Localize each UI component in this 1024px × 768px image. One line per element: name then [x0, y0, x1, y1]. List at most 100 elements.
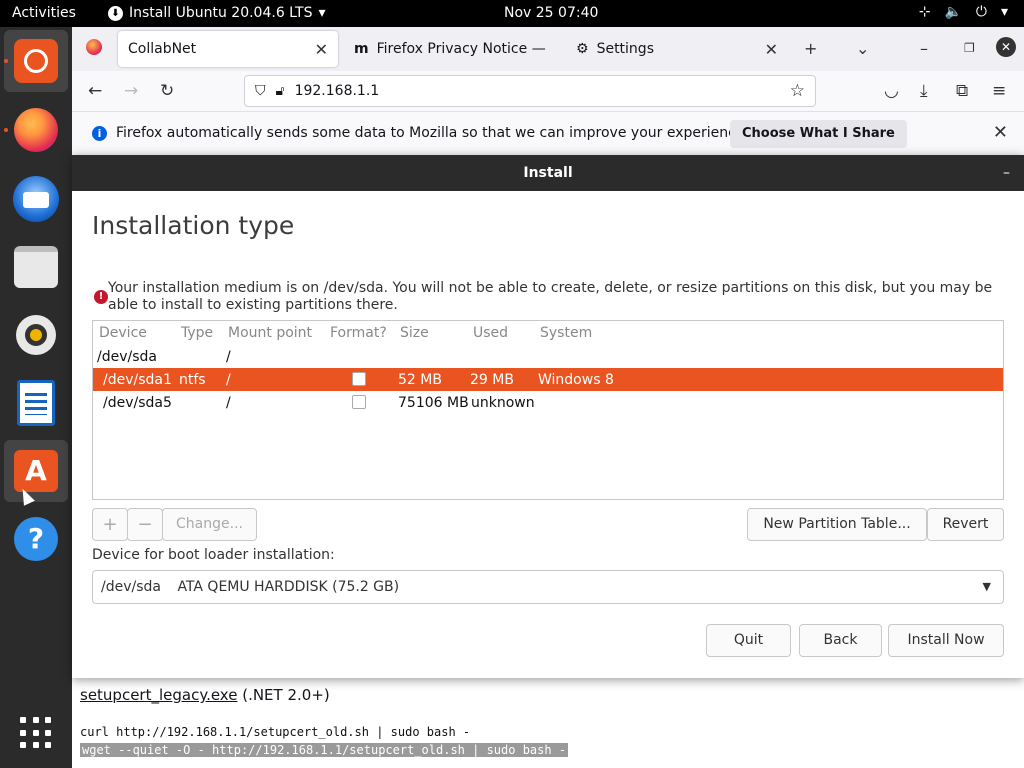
tab-privacy-notice[interactable]: m Firefox Privacy Notice — [344, 31, 566, 67]
tab-label: Firefox Privacy Notice — [376, 41, 546, 57]
new-partition-table-button[interactable]: New Partition Table... [747, 508, 927, 541]
pocket-icon[interactable]: ◡ [884, 81, 899, 101]
app-menu[interactable]: ⬇ Install Ubuntu 20.04.6 LTS ▾ [108, 5, 326, 21]
table-row[interactable]: /dev/sda / [93, 345, 1003, 368]
show-applications-button[interactable] [4, 702, 68, 764]
cell-size: 75106 MB [398, 395, 469, 411]
warning-icon: ! [94, 290, 108, 304]
url-text[interactable]: 192.168.1.1 [295, 83, 380, 99]
dock-thunderbird[interactable] [4, 168, 68, 230]
url-bar[interactable]: ⛉ 🔓︎ 192.168.1.1 ☆ [244, 75, 816, 107]
grid-icon [20, 717, 52, 749]
top-bar: Activities ⬇ Install Ubuntu 20.04.6 LTS … [0, 0, 1024, 27]
revert-button[interactable]: Revert [927, 508, 1004, 541]
partition-table[interactable]: Device Type Mount point Format? Size Use… [92, 320, 1004, 500]
close-icon[interactable]: ✕ [315, 40, 328, 59]
dock-help[interactable]: ? [4, 508, 68, 570]
cell-size: 52 MB [398, 372, 442, 388]
dock-firefox[interactable] [4, 99, 68, 161]
app-menu-label: Install Ubuntu 20.04.6 LTS [129, 5, 313, 21]
minimize-button[interactable]: – [1003, 155, 1010, 191]
quit-button[interactable]: Quit [706, 624, 791, 657]
network-icon: ⊹ [918, 4, 931, 20]
table-row[interactable]: /dev/sda1 ntfs / 52 MB 29 MB Windows 8 [93, 368, 1003, 391]
menu-icon[interactable]: ≡ [992, 81, 1006, 101]
cell-device: /dev/sda5 [103, 395, 172, 411]
firefox-view-icon[interactable] [86, 39, 102, 59]
cell-used: 29 MB [470, 372, 514, 388]
tab-label: CollabNet [128, 41, 197, 57]
tab-collabnet[interactable]: CollabNet ✕ [118, 31, 338, 67]
mozilla-icon: m [354, 41, 369, 57]
cell-type: ntfs [179, 372, 206, 388]
boot-loader-select[interactable]: /dev/sda ATA QEMU HARDDISK (75.2 GB) ▼ [92, 570, 1004, 604]
notification-message: Firefox automatically sends some data to… [116, 125, 749, 141]
thunderbird-icon [13, 176, 59, 222]
setupcert-legacy-link[interactable]: setupcert_legacy.exe [80, 686, 237, 704]
minimize-button[interactable]: – [920, 39, 928, 58]
back-button[interactable]: ← [88, 81, 102, 101]
gear-icon: ⚙ [576, 41, 589, 57]
dock: A ? [0, 27, 72, 768]
clock[interactable]: Nov 25 07:40 [504, 5, 598, 21]
info-icon: i [92, 126, 107, 141]
extensions-icon[interactable]: ⧉ [956, 81, 968, 101]
download-link-line: setupcert_legacy.exe (.NET 2.0+) [80, 686, 330, 704]
dialog-titlebar: Install – [72, 155, 1024, 191]
dock-writer[interactable] [4, 372, 68, 434]
cell-device: /dev/sda [97, 349, 157, 365]
downloads-icon[interactable]: ⤓ [920, 81, 928, 101]
tab-label: Settings [596, 41, 654, 57]
change-partition-button[interactable]: Change... [162, 508, 257, 541]
power-icon: ⏻ [975, 4, 987, 20]
bookmark-star-icon[interactable]: ☆ [790, 81, 805, 101]
install-now-button[interactable]: Install Now [888, 624, 1004, 657]
ubuntu-installer-icon [14, 39, 58, 83]
close-window-button[interactable]: ✕ [996, 37, 1016, 57]
column-header-size[interactable]: Size [400, 325, 429, 341]
reload-button[interactable]: ↻ [160, 81, 174, 101]
column-header-used[interactable]: Used [473, 325, 508, 341]
format-checkbox[interactable] [352, 372, 366, 386]
firefox-icon [14, 108, 58, 152]
running-indicator [4, 128, 8, 132]
format-checkbox[interactable] [352, 395, 366, 409]
link-suffix: (.NET 2.0+) [237, 686, 330, 704]
boot-device: /dev/sda [101, 579, 161, 595]
code-line-wget: wget --quiet -O - http://192.168.1.1/set… [80, 743, 569, 757]
column-header-system[interactable]: System [540, 325, 592, 341]
code-line-curl: curl http://192.168.1.1/setupcert_old.sh… [80, 725, 471, 739]
close-icon[interactable]: ✕ [993, 122, 1008, 143]
dialog-title: Install [523, 165, 573, 181]
add-partition-button[interactable]: + [92, 508, 128, 541]
restore-button[interactable]: ❐ [964, 41, 975, 55]
column-header-format[interactable]: Format? [330, 325, 387, 341]
column-header-mount[interactable]: Mount point [228, 325, 312, 341]
lock-icon[interactable]: 🔓︎ [276, 83, 285, 99]
boot-device-desc: ATA QEMU HARDDISK (75.2 GB) [177, 579, 400, 595]
back-button[interactable]: Back [799, 624, 882, 657]
system-tray[interactable]: ⊹ 🔈 ⏻ ▾ [919, 4, 1008, 20]
new-tab-button[interactable]: + [804, 39, 817, 58]
files-icon [14, 246, 58, 288]
column-header-type[interactable]: Type [181, 325, 213, 341]
dock-software[interactable]: A [4, 440, 68, 502]
dropdown-arrow-icon: ▼ [982, 580, 991, 593]
activities-button[interactable]: Activities [12, 5, 76, 21]
choose-what-i-share-button[interactable]: Choose What I Share [730, 120, 907, 148]
writer-icon [17, 380, 55, 426]
list-tabs-button[interactable]: ⌄ [856, 39, 869, 58]
dock-ubuntu-installer[interactable] [4, 30, 68, 92]
running-indicator [4, 59, 8, 63]
dock-rhythmbox[interactable] [4, 304, 68, 366]
forward-button[interactable]: → [124, 81, 138, 101]
shield-icon[interactable]: ⛉ [255, 83, 266, 99]
tab-settings[interactable]: ⚙ Settings ✕ [566, 31, 788, 67]
column-header-device[interactable]: Device [99, 325, 147, 341]
table-row[interactable]: /dev/sda5 / 75106 MB unknown [93, 391, 1003, 414]
close-icon[interactable]: ✕ [765, 40, 778, 59]
installer-icon: ⬇ [108, 5, 123, 21]
remove-partition-button[interactable]: − [127, 508, 163, 541]
dock-files[interactable] [4, 236, 68, 298]
volume-icon: 🔈 [944, 4, 962, 20]
